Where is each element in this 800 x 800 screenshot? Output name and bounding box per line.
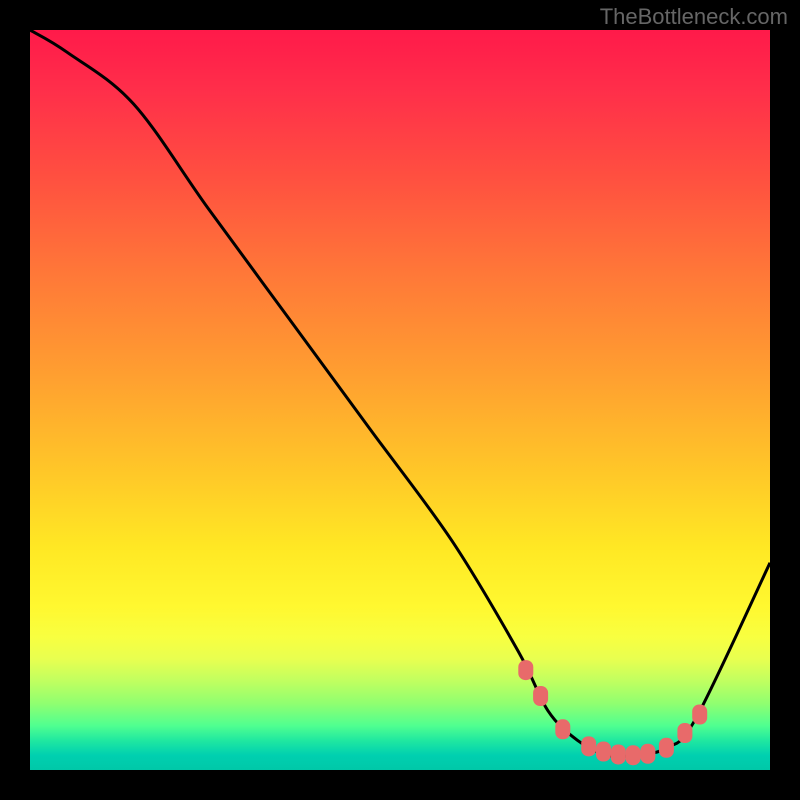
chart-marker [518,660,533,680]
chart-marker [692,705,707,725]
chart-marker [596,742,611,762]
chart-plot-area [30,30,770,770]
chart-markers [518,660,707,765]
chart-marker [611,744,626,764]
chart-marker [626,745,641,765]
chart-svg [30,30,770,770]
chart-marker [581,736,596,756]
chart-marker [677,723,692,743]
chart-marker [659,738,674,758]
chart-marker [533,686,548,706]
chart-marker [640,744,655,764]
watermark-text: TheBottleneck.com [600,4,788,30]
chart-curve [30,30,770,757]
chart-marker [555,719,570,739]
